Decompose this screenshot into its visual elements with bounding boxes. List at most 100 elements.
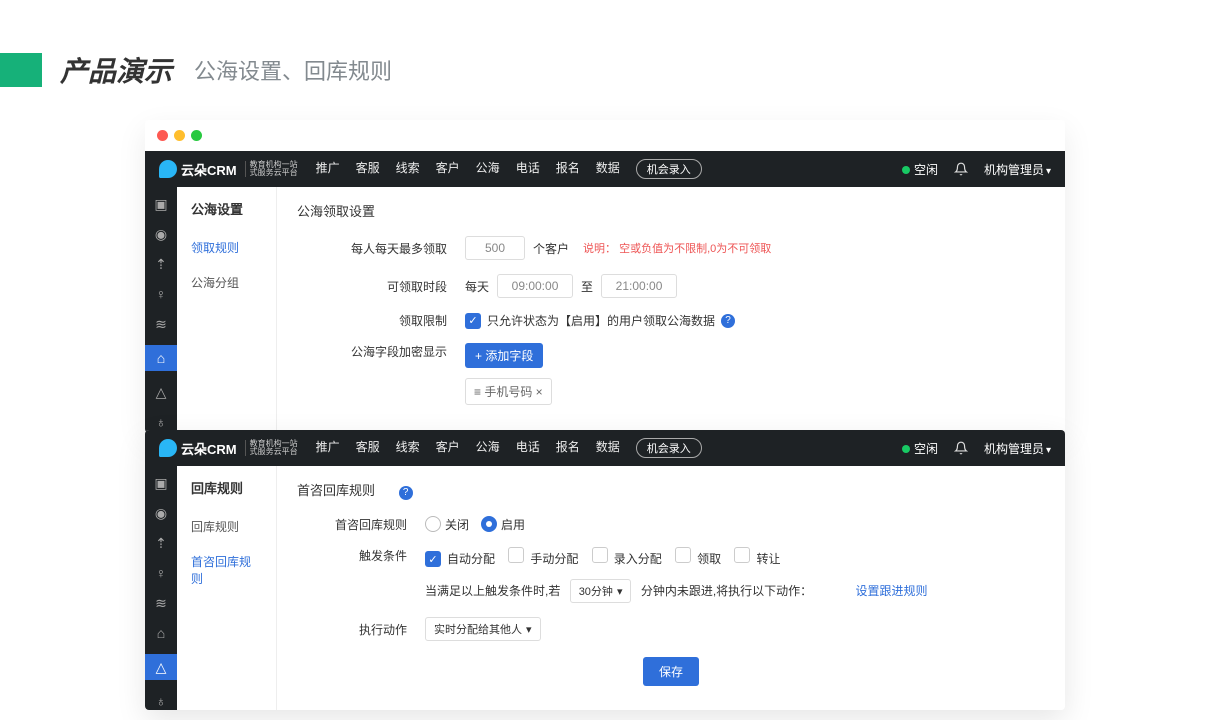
brand-sub2: 式服务云平台: [250, 169, 298, 177]
limit-text: 只允许状态为【启用】的用户领取公海数据: [487, 312, 715, 329]
brand-logo[interactable]: 云朵CRM 教育机构一站 式服务云平台: [159, 439, 298, 458]
section-title: 公海领取设置: [297, 201, 1045, 220]
chevron-down-icon: ▾: [1046, 445, 1051, 456]
mac-titlebar: [145, 120, 1065, 151]
nav-item[interactable]: 公海: [476, 159, 500, 179]
help-icon[interactable]: ?: [721, 314, 735, 328]
mac-min-icon[interactable]: [174, 130, 185, 141]
chart-icon[interactable]: ⇡: [152, 255, 170, 273]
sub-sidebar: 回库规则 回库规则 首咨回库规则: [177, 466, 277, 710]
nav-pill-opportunity[interactable]: 机会录入: [636, 159, 702, 179]
mac-close-icon[interactable]: [157, 130, 168, 141]
cond-text1: 当满足以上触发条件时,若: [425, 584, 560, 598]
brand-logo[interactable]: 云朵CRM 教育机构一站 式服务云平台: [159, 160, 298, 179]
nav-item[interactable]: 推广: [316, 159, 340, 179]
nav-item[interactable]: 报名: [556, 159, 580, 179]
nav-item[interactable]: 客户: [436, 438, 460, 458]
link-set-followup[interactable]: 设置跟进规则: [856, 584, 928, 598]
nav-item[interactable]: 线索: [396, 159, 420, 179]
radio-off-label: 关闭: [445, 516, 469, 533]
mac-max-icon[interactable]: [191, 130, 202, 141]
dashboard-icon[interactable]: ▣: [152, 195, 170, 213]
hint-max: 说明： 空或负值为不限制,0为不可领取: [583, 240, 771, 256]
sidebar-item-return-rules[interactable]: 回库规则: [177, 509, 276, 544]
layers-icon[interactable]: ≋: [152, 594, 170, 612]
sidebar-title: 回库规则: [177, 466, 276, 509]
chart-icon[interactable]: ⇡: [152, 534, 170, 552]
select-minutes[interactable]: 30分钟 ▾: [570, 579, 632, 603]
bell-icon[interactable]: [954, 441, 968, 455]
sidebar-item-first-consult[interactable]: 首咨回库规则: [177, 544, 276, 596]
nav-item[interactable]: 推广: [316, 438, 340, 458]
accent-bar: [0, 53, 42, 87]
label-time: 可领取时段: [297, 278, 447, 295]
dashboard-icon[interactable]: ▣: [152, 474, 170, 492]
logo-icon: [159, 160, 177, 178]
brand-sub: 教育机构一站 式服务云平台: [245, 440, 298, 456]
brand-text: 云朵CRM: [181, 160, 237, 179]
add-field-button[interactable]: + 添加字段: [465, 343, 543, 368]
layers-icon[interactable]: ≋: [152, 315, 170, 333]
recycle-icon[interactable]: △: [145, 654, 177, 680]
nav-item[interactable]: 电话: [516, 159, 540, 179]
nav-item[interactable]: 数据: [596, 159, 620, 179]
cb-auto[interactable]: ✓: [425, 551, 441, 567]
cb-manual[interactable]: [508, 547, 524, 563]
nav-item[interactable]: 客服: [356, 438, 380, 458]
recycle-icon[interactable]: △: [152, 383, 170, 401]
radio-on[interactable]: [481, 516, 497, 532]
unit-clients: 个客户: [533, 240, 569, 257]
logo-icon: [159, 439, 177, 457]
nav-item[interactable]: 数据: [596, 438, 620, 458]
radio-on-label: 启用: [501, 516, 525, 533]
nav-item[interactable]: 报名: [556, 438, 580, 458]
label-max-claim: 每人每天最多领取: [297, 240, 447, 257]
user-menu[interactable]: 机构管理员▾: [984, 440, 1051, 457]
shield-icon[interactable]: ◉: [152, 225, 170, 243]
brand-sub: 教育机构一站 式服务云平台: [245, 161, 298, 177]
cb-entry[interactable]: [592, 547, 608, 563]
nav-item[interactable]: 线索: [396, 438, 420, 458]
label-to: 至: [581, 278, 593, 295]
nav-item[interactable]: 客户: [436, 159, 460, 179]
nav-pill-opportunity[interactable]: 机会录入: [636, 438, 702, 458]
person-icon[interactable]: ♁: [152, 692, 170, 710]
save-button[interactable]: 保存: [643, 657, 699, 686]
bell-icon[interactable]: [954, 162, 968, 176]
status-idle[interactable]: 空闲: [902, 161, 938, 178]
nav-item[interactable]: 客服: [356, 159, 380, 179]
input-time-from[interactable]: [497, 274, 573, 298]
checkbox-enabled-only[interactable]: ✓: [465, 313, 481, 329]
label-action: 执行动作: [297, 621, 407, 638]
radio-off[interactable]: [425, 516, 441, 532]
chevron-down-icon: ▾: [526, 623, 532, 636]
label-trigger: 触发条件: [297, 547, 407, 564]
person-icon[interactable]: ♁: [152, 413, 170, 431]
tag-phone-field[interactable]: ≡ 手机号码 ×: [465, 378, 552, 405]
slide-subtitle: 公海设置、回库规则: [194, 54, 392, 86]
cb-transfer[interactable]: [734, 547, 750, 563]
window-2: 云朵CRM 教育机构一站 式服务云平台 推广 客服 线索 客户 公海 电话 报名…: [145, 430, 1065, 710]
label-rule: 首咨回库规则: [297, 516, 407, 533]
nav-item[interactable]: 电话: [516, 438, 540, 458]
input-max-claim[interactable]: [465, 236, 525, 260]
input-time-to[interactable]: [601, 274, 677, 298]
brand-text: 云朵CRM: [181, 439, 237, 458]
user-icon[interactable]: ♀: [152, 564, 170, 582]
user-icon[interactable]: ♀: [152, 285, 170, 303]
chevron-down-icon: ▾: [1046, 166, 1051, 177]
help-icon[interactable]: ?: [399, 486, 413, 500]
sidebar-item-claim-rules[interactable]: 领取规则: [177, 230, 276, 265]
cb-claim[interactable]: [675, 547, 691, 563]
icon-sidebar: ▣ ◉ ⇡ ♀ ≋ ⌂ △ ♁: [145, 187, 177, 433]
sub-sidebar: 公海设置 领取规则 公海分组: [177, 187, 277, 433]
status-idle[interactable]: 空闲: [902, 440, 938, 457]
shield-icon[interactable]: ◉: [152, 504, 170, 522]
sidebar-item-groups[interactable]: 公海分组: [177, 265, 276, 300]
home-icon[interactable]: ⌂: [145, 345, 177, 371]
content-area-2: 首咨回库规则 ? 首咨回库规则 关闭 启用 触发条件 ✓自动分配 手动分配 录入…: [277, 466, 1065, 710]
select-action[interactable]: 实时分配给其他人 ▾: [425, 617, 541, 641]
home-icon[interactable]: ⌂: [152, 624, 170, 642]
user-menu[interactable]: 机构管理员▾: [984, 161, 1051, 178]
nav-item[interactable]: 公海: [476, 438, 500, 458]
